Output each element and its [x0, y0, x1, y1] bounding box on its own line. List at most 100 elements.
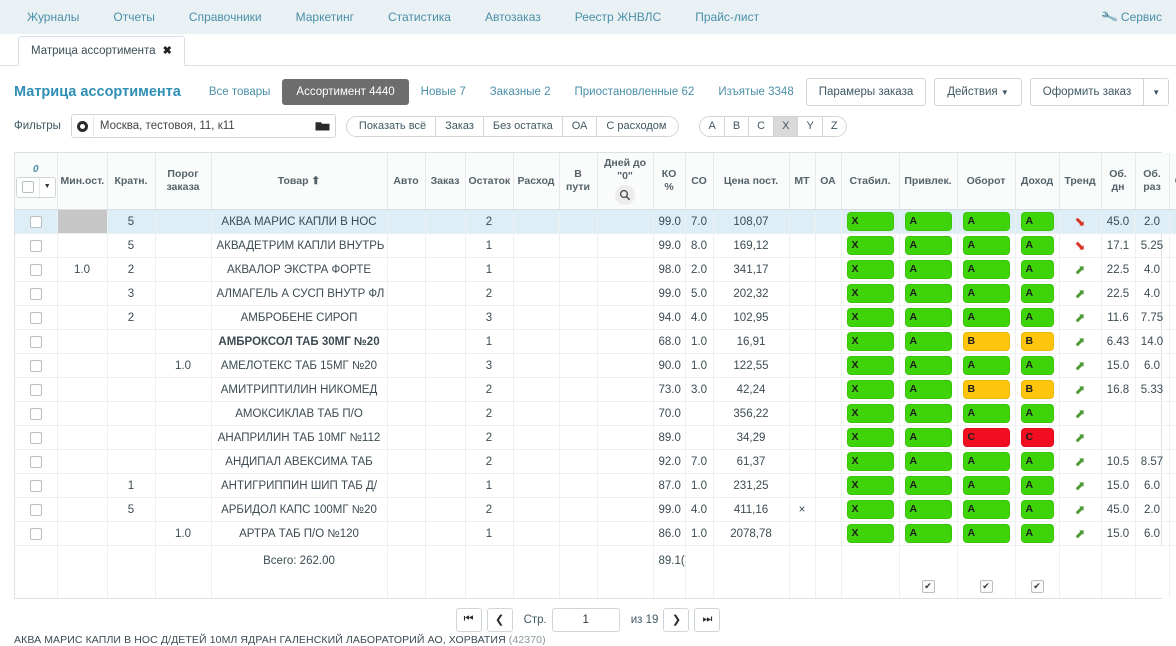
cell-privlek[interactable]: A [899, 257, 958, 283]
abc-chip-1[interactable]: B [723, 115, 750, 137]
row-checkbox[interactable] [29, 431, 42, 444]
cell-kratnost[interactable] [107, 353, 156, 379]
cell-tovar[interactable]: АЛМАГЕЛЬ А СУСП ВНУТР ФЛ [211, 281, 388, 307]
cell-min-ostatok[interactable] [57, 497, 108, 523]
cell-dohod[interactable]: A [1015, 233, 1060, 259]
cell-zakaz[interactable] [425, 281, 466, 307]
cell-tovar[interactable]: АНДИПАЛ АВЕКСИМА ТАБ [211, 449, 388, 475]
filter-chip-3[interactable]: ОА [561, 115, 598, 137]
topnav-item-1[interactable]: Отчеты [96, 0, 171, 34]
select-all-checkbox[interactable] [17, 177, 40, 197]
cell-avto[interactable] [387, 233, 426, 259]
row-checkbox-cell[interactable] [15, 257, 58, 283]
table-row[interactable]: АМОКСИКЛАВ ТАБ П/О270.0356,22XAAA⬈0.127 [15, 401, 1176, 427]
cell-porog-zakaza[interactable] [155, 209, 212, 235]
cell-tovar[interactable]: АКВАЛОР ЭКСТРА ФОРТЕ [211, 257, 388, 283]
header-stabil[interactable]: Стабил. [841, 153, 900, 211]
row-checkbox[interactable] [29, 311, 42, 324]
row-checkbox-cell[interactable] [15, 305, 58, 331]
cell-stabil[interactable]: X [841, 353, 900, 379]
document-tab-assortment-matrix[interactable]: Матрица ассортимента ✖ [18, 36, 185, 66]
cell-porog-zakaza[interactable] [155, 329, 212, 355]
cell-min-ostatok[interactable] [57, 305, 108, 331]
row-checkbox-cell[interactable] [15, 497, 58, 523]
row-checkbox[interactable] [29, 383, 42, 396]
first-page-icon[interactable]: ⏮ [455, 607, 482, 632]
header-privlek[interactable]: Привлек. [899, 153, 958, 211]
abc-chip-3[interactable]: X [773, 115, 799, 137]
cell-kratnost[interactable] [107, 401, 156, 427]
header-mt[interactable]: МТ [789, 153, 816, 211]
cell-kratnost[interactable]: 5 [107, 209, 156, 235]
header-select-all[interactable]: 0 ▼ [15, 153, 58, 211]
cell-oborot[interactable]: A [957, 209, 1016, 235]
page-number-input[interactable] [551, 607, 620, 632]
cell-kratnost[interactable]: 2 [107, 257, 156, 283]
subtab-1[interactable]: Ассортимент 4440 [282, 79, 409, 105]
cell-min-ostatok[interactable] [57, 233, 108, 259]
cell-avto[interactable] [387, 401, 426, 427]
cell-porog-zakaza[interactable] [155, 473, 212, 499]
cell-zakaz[interactable] [425, 329, 466, 355]
table-row[interactable]: 1 АНТИГРИППИН ШИП ТАБ Д/1 87.0 1.0 231,25 X A A… [15, 473, 1176, 499]
check-toggle-17[interactable]: ✔ [921, 580, 935, 594]
cell-tovar[interactable]: АМБРОКСОЛ ТАБ 30МГ №20 [211, 329, 388, 355]
cell-zakaz[interactable] [425, 233, 466, 259]
table-row[interactable]: 2 АМБРОБЕНЕ СИРОП 3 94.0 4.0 102,95 X A A A ⬈ 11.6 7… [15, 305, 1176, 331]
cell-avto[interactable] [387, 449, 426, 475]
cell-oborot[interactable]: A [957, 281, 1016, 307]
subtab-2[interactable]: Новые 7 [409, 80, 478, 104]
cell-dohod[interactable]: A [1015, 281, 1060, 307]
row-checkbox[interactable] [29, 407, 42, 420]
cell-min-ostatok[interactable] [57, 521, 108, 547]
cell-zakaz[interactable] [425, 425, 466, 451]
row-checkbox[interactable] [29, 215, 42, 228]
cell-privlek[interactable]: A [899, 425, 958, 451]
cell-dohod[interactable]: A [1015, 257, 1060, 283]
header-ko-percent[interactable]: КО % [653, 153, 686, 211]
cell-oborot[interactable]: A [957, 521, 1016, 547]
cell-zakaz[interactable] [425, 377, 466, 403]
cell-stabil[interactable]: X [841, 401, 900, 427]
cell-tovar[interactable]: АНТИГРИППИН ШИП ТАБ Д/ [211, 473, 388, 499]
cell-zakaz[interactable] [425, 305, 466, 331]
cell-kratnost[interactable] [107, 425, 156, 451]
cell-zakaz[interactable] [425, 209, 466, 235]
cell-oborot[interactable]: A [957, 449, 1016, 475]
cell-porog-zakaza[interactable] [155, 497, 212, 523]
cell-tovar[interactable]: АНАПРИЛИН ТАБ 10МГ №112 [211, 425, 388, 451]
header-rashod[interactable]: Расход [513, 153, 560, 211]
topnav-item-4[interactable]: Статистика [371, 0, 468, 34]
row-checkbox-cell[interactable] [15, 353, 58, 379]
cell-kratnost[interactable] [107, 377, 156, 403]
filter-chip-4[interactable]: С расходом [596, 115, 680, 137]
cell-avto[interactable] [387, 497, 426, 523]
topnav-item-0[interactable]: Журналы [10, 0, 96, 34]
cell-tovar[interactable]: АМОКСИКЛАВ ТАБ П/О [211, 401, 388, 427]
header-zakaz[interactable]: Заказ [425, 153, 466, 211]
location-dot-icon[interactable] [72, 115, 94, 137]
totals-control-cell[interactable]: ✔ [1015, 575, 1060, 598]
cell-kratnost[interactable] [107, 521, 156, 547]
cell-tovar[interactable]: АКВАДЕТРИМ КАПЛИ ВНУТРЬ [211, 233, 388, 259]
header-ostatok[interactable]: Остаток [465, 153, 514, 211]
cell-avto[interactable] [387, 473, 426, 499]
cell-porog-zakaza[interactable] [155, 401, 212, 427]
row-checkbox[interactable] [29, 503, 42, 516]
cell-dohod[interactable]: B [1015, 329, 1060, 355]
cell-oborot[interactable]: A [957, 257, 1016, 283]
cell-stabil[interactable]: X [841, 329, 900, 355]
cell-min-ostatok[interactable] [57, 449, 108, 475]
row-checkbox-cell[interactable] [15, 377, 58, 403]
table-row[interactable]: 1.0 2 АКВАЛОР ЭКСТРА ФОРТЕ 1 98.0 2.0 341,17 X A… [15, 257, 1176, 283]
topnav-item-2[interactable]: Справочники [172, 0, 279, 34]
cell-tovar[interactable]: АМЕЛОТЕКС ТАБ 15МГ №20 [211, 353, 388, 379]
row-checkbox[interactable] [29, 527, 42, 540]
cell-oborot[interactable]: B [957, 329, 1016, 355]
cell-avto[interactable] [387, 329, 426, 355]
header-cena-post[interactable]: Цена пост. [713, 153, 790, 211]
cell-oborot[interactable]: A [957, 353, 1016, 379]
cell-stabil[interactable]: X [841, 473, 900, 499]
table-row[interactable]: АМБРОКСОЛ ТАБ 30МГ №20 1 68.0 1.0 16,91 X A B B ⬈… [15, 329, 1176, 355]
table-row[interactable]: 3 АЛМАГЕЛЬ А СУСП ВНУТР ФЛ 2 99.0 5.0 202,32 X… [15, 281, 1176, 307]
